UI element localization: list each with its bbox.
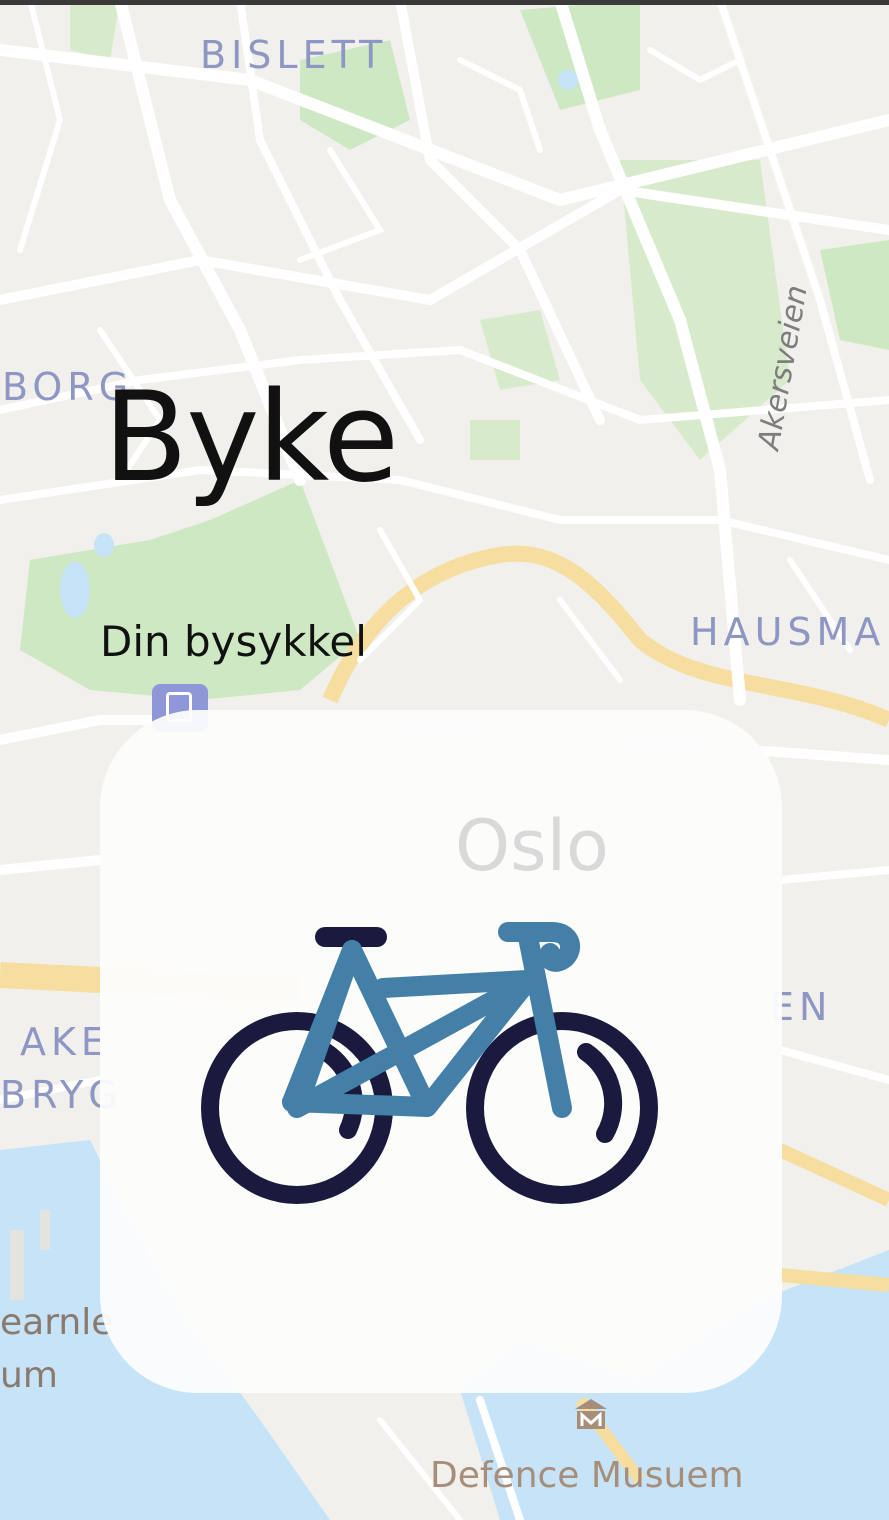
app-title: Byke xyxy=(103,366,399,510)
map-district-label-aker: AKE xyxy=(20,1020,110,1064)
map-district-label-bislett: BISLETT xyxy=(200,33,388,77)
map-district-label-hausmann: HAUSMA xyxy=(690,610,886,654)
map-poi-label-museum-partial: earnle xyxy=(0,1302,114,1343)
map-district-label-oslo: Oslo xyxy=(455,805,609,887)
bike-card-button[interactable] xyxy=(100,710,782,1393)
app-screen: BISLETT BORG HAUSMA AKE BRYG Akersveien … xyxy=(0,0,889,1520)
status-bar xyxy=(0,0,889,5)
map-poi-label-museum-partial-2: um xyxy=(0,1355,58,1396)
museum-icon[interactable] xyxy=(571,1395,611,1435)
map-poi-label-defence-museum[interactable]: Defence Musuem xyxy=(430,1455,744,1496)
app-subtitle: Din bysykkel xyxy=(100,617,367,666)
